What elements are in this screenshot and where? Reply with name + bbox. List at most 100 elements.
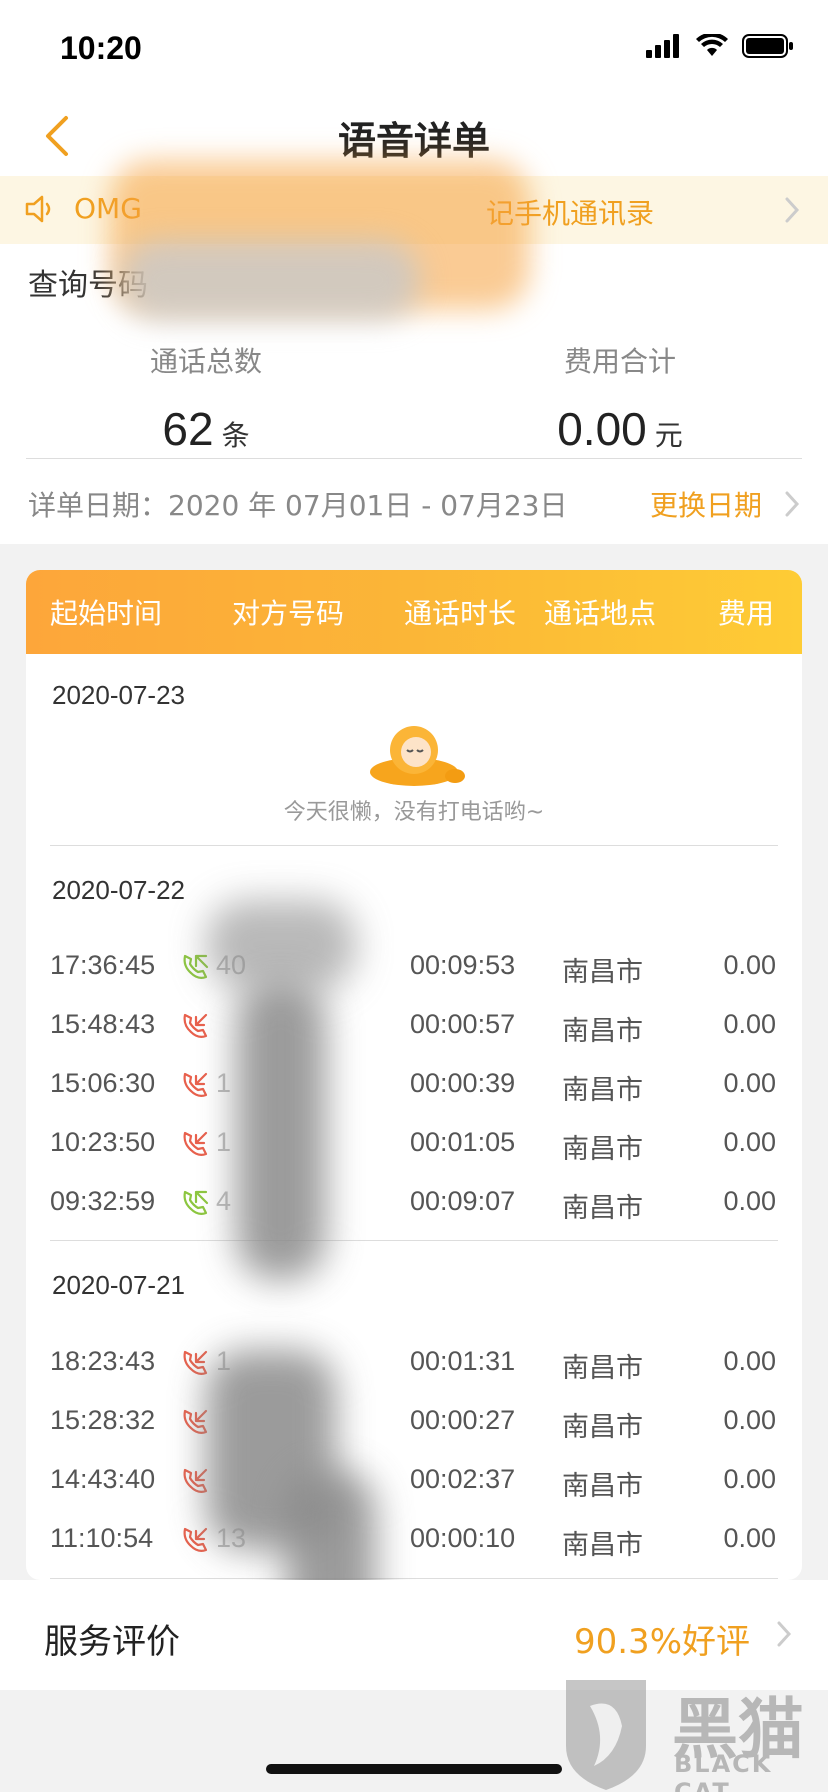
call-row[interactable]: 17:36:454000:09:53南昌市0.00 xyxy=(26,950,802,1006)
call-location: 南昌市 xyxy=(562,1134,643,1165)
call-location: 南昌市 xyxy=(562,957,643,988)
call-duration: 00:09:53 xyxy=(410,950,516,980)
total-calls-value: 62 xyxy=(162,403,214,455)
call-start-time: 15:28:32 xyxy=(50,1405,156,1435)
call-start-time: 18:23:43 xyxy=(50,1346,156,1376)
chevron-right-icon xyxy=(785,197,800,223)
call-fee: 0.00 xyxy=(723,1464,776,1494)
call-row[interactable]: 09:32:59 4 00:09:07 南昌市 0.00 xyxy=(26,1186,802,1242)
total-calls-unit: 条 xyxy=(221,419,250,452)
call-row[interactable]: 14:43:40 00:02:37 南昌市 0.00 xyxy=(26,1464,802,1520)
total-fee-unit: 元 xyxy=(654,419,683,452)
call-row[interactable]: 10:23:50 1 00:01:05 南昌市 0.00 xyxy=(26,1127,802,1183)
call-start-time: 09:32:59 xyxy=(50,1186,156,1216)
blackcat-watermark: 黑猫 BLACK CAT xyxy=(556,1676,826,1792)
call-row[interactable]: 15:48:43 00:00:57 南昌市 0.00 xyxy=(26,1009,802,1065)
service-rating-label: 服务评价 xyxy=(44,1622,180,1662)
privacy-blur xyxy=(206,900,356,990)
call-duration: 00:00:39 xyxy=(410,1068,516,1098)
divider xyxy=(26,458,802,459)
call-duration: 00:00:10 xyxy=(410,1523,516,1553)
column-header-number: 对方号码 xyxy=(232,597,345,630)
page-title: 语音详单 xyxy=(337,119,490,163)
call-detail-table: 起始时间 对方号码 通话时长 通话地点 费用 2020-07-23 今天很懒，没… xyxy=(26,570,802,1580)
call-fee: 0.00 xyxy=(723,1405,776,1435)
call-row[interactable]: 15:06:30 1 00:00:39 南昌市 0.00 xyxy=(26,1068,802,1124)
divider xyxy=(50,1578,778,1579)
watermark-en: BLACK CAT xyxy=(674,1750,773,1792)
home-indicator[interactable] xyxy=(266,1764,562,1774)
status-bar: 10:20 xyxy=(0,0,828,96)
divider xyxy=(50,1240,778,1241)
total-fee-label: 费用合计 xyxy=(563,345,676,378)
divider xyxy=(50,845,778,846)
call-start-time: 10:23:50 xyxy=(50,1127,156,1157)
call-fee: 0.00 xyxy=(723,1009,776,1039)
day-date: 2020-07-21 xyxy=(52,1270,185,1300)
privacy-blur xyxy=(286,1470,376,1580)
call-fee: 0.00 xyxy=(723,1523,776,1553)
column-header-fee: 费用 xyxy=(718,597,775,630)
call-location: 南昌市 xyxy=(562,1412,643,1443)
call-location: 南昌市 xyxy=(562,1193,643,1224)
incoming-call-icon xyxy=(180,1188,210,1225)
call-location: 南昌市 xyxy=(562,1530,643,1561)
call-location: 南昌市 xyxy=(562,1353,643,1384)
call-fee: 0.00 xyxy=(723,1127,776,1157)
call-duration: 00:02:37 xyxy=(410,1464,516,1494)
sleeping-mascot-icon xyxy=(370,726,465,786)
incoming-call-icon xyxy=(180,952,210,989)
call-duration: 00:00:57 xyxy=(410,1009,516,1039)
call-start-time: 11:10:54 xyxy=(50,1523,154,1553)
speaker-icon xyxy=(25,195,51,223)
wifi-icon xyxy=(696,34,728,56)
call-number: 1 xyxy=(216,1127,232,1157)
status-time: 10:20 xyxy=(60,30,142,66)
call-fee: 0.00 xyxy=(723,1186,776,1216)
table-header: 起始时间 对方号码 通话时长 通话地点 费用 xyxy=(26,570,802,654)
total-calls-stat: 通话总数 62 条 xyxy=(56,340,356,456)
call-location: 南昌市 xyxy=(562,1075,643,1106)
empty-day-placeholder: 今天很懒，没有打电话哟~ xyxy=(26,720,802,826)
chevron-right-icon xyxy=(785,491,800,517)
total-fee-value: 0.00 xyxy=(557,403,647,455)
service-rating-row[interactable]: 服务评价 90.3%好评 xyxy=(0,1580,828,1690)
chevron-right-icon xyxy=(777,1621,792,1647)
total-calls-label: 通话总数 xyxy=(149,345,262,378)
empty-day-text: 今天很懒，没有打电话哟~ xyxy=(283,800,545,825)
day-date: 2020-07-23 xyxy=(52,680,185,710)
total-fee-stat: 费用合计 0.00 元 xyxy=(470,340,770,456)
call-duration: 00:00:27 xyxy=(410,1405,516,1435)
date-range: 详单日期：2020 年 07月01日 - 07月23日 xyxy=(28,489,568,522)
call-start-time: 15:06:30 xyxy=(50,1068,156,1098)
call-fee: 0.00 xyxy=(723,1068,776,1098)
outgoing-call-icon xyxy=(180,1129,210,1166)
call-start-time: 14:43:40 xyxy=(50,1464,156,1494)
call-number: 1 xyxy=(216,1068,232,1098)
call-duration: 00:01:31 xyxy=(410,1346,516,1376)
call-row[interactable]: 11:10:541300:00:10南昌市0.00 xyxy=(26,1523,802,1579)
call-start-time: 17:36:45 xyxy=(50,950,156,980)
call-row[interactable]: 18:23:43100:01:31南昌市0.00 xyxy=(26,1346,802,1402)
privacy-blur xyxy=(120,240,420,320)
call-location: 南昌市 xyxy=(562,1016,643,1047)
call-start-time: 15:48:43 xyxy=(50,1009,156,1039)
call-number: 4 xyxy=(216,1186,232,1216)
outgoing-call-icon xyxy=(180,1011,210,1048)
call-location: 南昌市 xyxy=(562,1471,643,1502)
column-header-duration: 通话时长 xyxy=(404,597,517,630)
column-header-location: 通话地点 xyxy=(544,597,657,630)
call-duration: 00:01:05 xyxy=(410,1127,516,1157)
column-header-start-time: 起始时间 xyxy=(50,597,163,630)
outgoing-call-icon xyxy=(180,1348,210,1385)
privacy-blur xyxy=(236,980,326,1280)
call-fee: 0.00 xyxy=(723,950,776,980)
signal-icon xyxy=(646,34,679,58)
status-icons xyxy=(646,34,794,58)
day-date: 2020-07-22 xyxy=(52,875,185,905)
service-rating-value: 90.3%好评 xyxy=(573,1622,750,1662)
call-row[interactable]: 15:28:32 00:00:27 南昌市 0.00 xyxy=(26,1405,802,1461)
outgoing-call-icon xyxy=(180,1070,210,1107)
battery-icon xyxy=(742,34,793,58)
change-date-link[interactable]: 更换日期 xyxy=(650,484,762,524)
